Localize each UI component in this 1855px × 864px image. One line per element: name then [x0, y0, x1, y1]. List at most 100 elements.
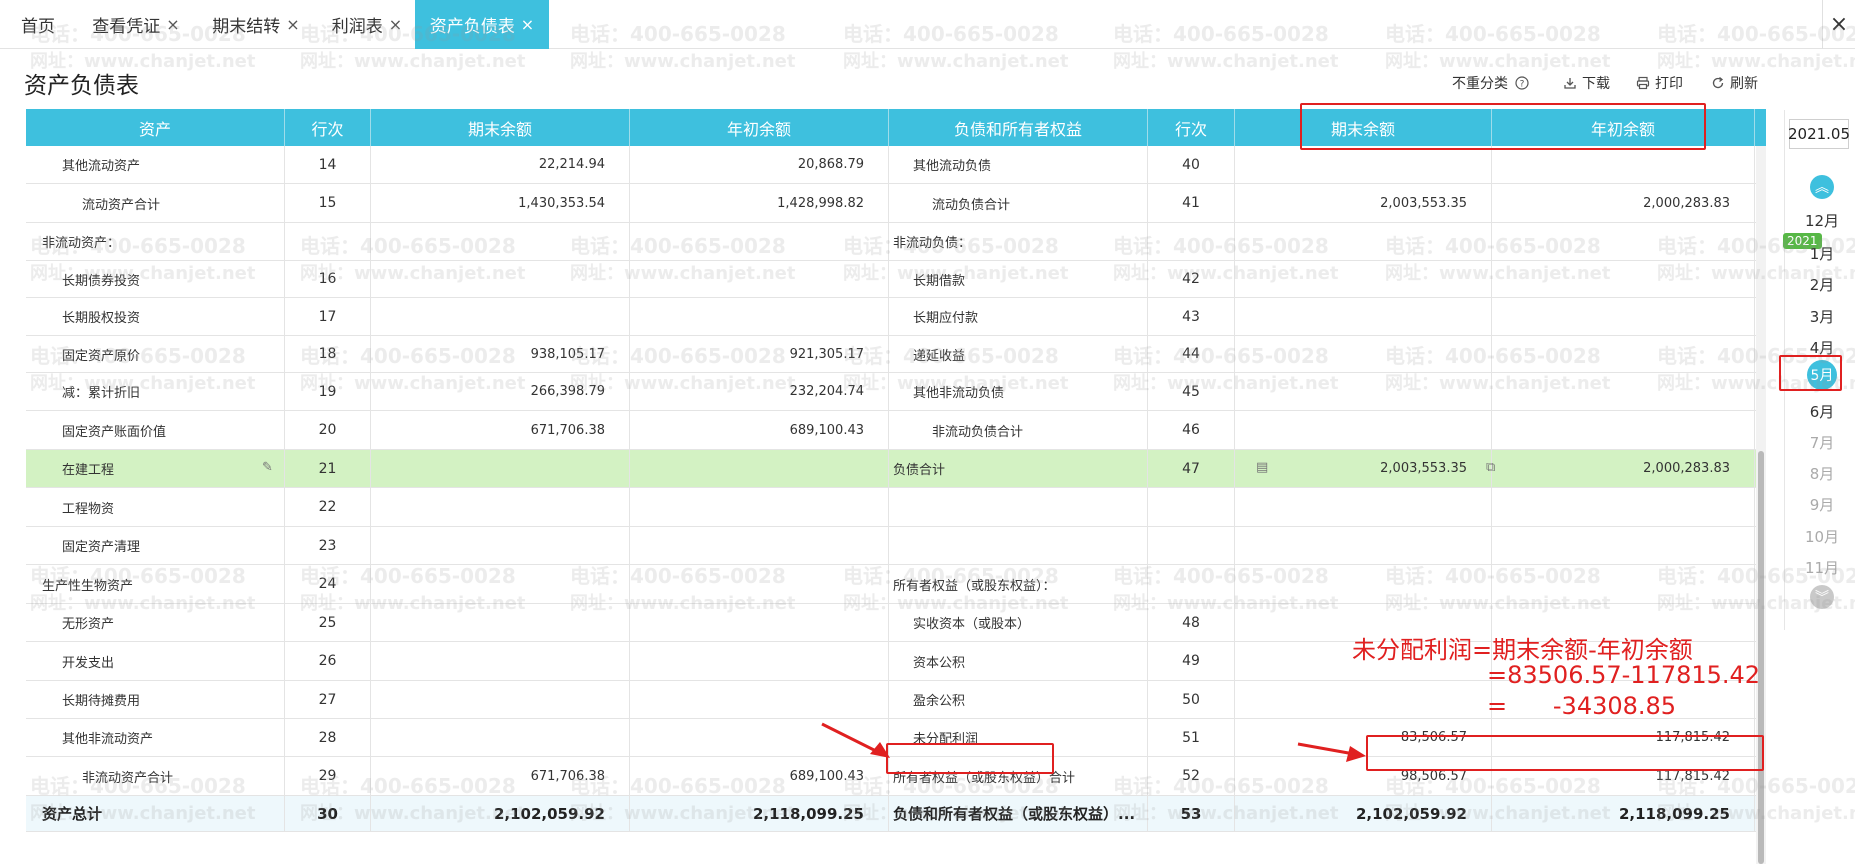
asset-begin-balance-cell	[630, 450, 889, 487]
month-item[interactable]: 12月	[1792, 210, 1852, 231]
refresh-button[interactable]: 刷新	[1711, 72, 1758, 94]
table-row[interactable]: 其他流动资产 14 22,214.94 20,868.79 其他流动负债 40	[26, 146, 1766, 184]
window-close-icon[interactable]: ×	[1822, 0, 1855, 49]
watermark-site: 网址：www.chanjet.net	[570, 51, 796, 72]
month-item[interactable]: 8月	[1792, 463, 1852, 484]
close-icon[interactable]: ×	[286, 15, 299, 34]
column-header: 期末余额	[1235, 109, 1492, 146]
month-label: 3月	[1809, 308, 1835, 326]
table-row[interactable]: 固定资产原价 18 938,105.17 921,305.17 递延收益 44	[26, 336, 1766, 373]
column-header: 期末余额	[371, 109, 630, 146]
year-period-box[interactable]: 2021.05	[1788, 119, 1850, 149]
tab-home[interactable]: 首页	[0, 0, 76, 49]
month-item[interactable]: 5月	[1792, 360, 1852, 390]
asset-line-cell: 21	[285, 450, 371, 487]
month-item[interactable]: 3月	[1792, 306, 1852, 327]
table-row[interactable]: 长期股权投资 17 长期应付款 43	[26, 298, 1766, 336]
table-row[interactable]: 固定资产清理 23	[26, 527, 1766, 565]
asset-begin-balance-cell: 20,868.79	[630, 146, 889, 183]
column-header: 行次	[1148, 109, 1235, 146]
month-item[interactable]: 9月	[1792, 494, 1852, 515]
vertical-scrollbar[interactable]	[1756, 146, 1766, 864]
asset-begin-balance-cell	[630, 565, 889, 603]
asset-line-cell: 16	[285, 261, 371, 297]
no-reclass-toggle[interactable]: 不重分类 ?	[1452, 72, 1534, 94]
table-row[interactable]: 长期债券投资 16 长期借款 42	[26, 261, 1766, 298]
tab-balance-sheet[interactable]: 资产负债表 ×	[415, 0, 549, 49]
table-row[interactable]: 在建工程 21 负债合计 47 2,003,553.35 2,000,283.83 ✎ ▤ ⧉	[26, 450, 1766, 488]
asset-end-balance-cell: 22,214.94	[371, 146, 630, 183]
refresh-label: 刷新	[1730, 76, 1758, 92]
liability-line-cell: 51	[1148, 719, 1235, 756]
month-label: 4月	[1809, 339, 1835, 357]
month-item[interactable]: 4月	[1792, 337, 1852, 358]
asset-end-balance-cell: 671,706.38	[371, 757, 630, 795]
asset-end-balance-cell	[371, 565, 630, 603]
scroll-up-icon[interactable]: ︽	[1810, 175, 1834, 199]
liability-begin-balance-cell	[1492, 146, 1755, 183]
month-item[interactable]: 6月	[1792, 401, 1852, 422]
asset-begin-balance-cell	[630, 604, 889, 641]
liability-begin-balance-cell: 117,815.42	[1492, 719, 1755, 756]
download-button[interactable]: 下载	[1563, 72, 1610, 94]
liability-begin-balance-cell	[1492, 223, 1755, 260]
liability-end-balance-cell: 2,003,553.35	[1235, 184, 1492, 222]
month-item[interactable]: 10月	[1792, 526, 1852, 547]
table-row[interactable]: 非流动资产： 非流动负债：	[26, 223, 1766, 261]
liability-line-cell	[1148, 223, 1235, 260]
liability-line-cell: 47	[1148, 450, 1235, 487]
asset-begin-balance-cell: 689,100.43	[630, 411, 889, 449]
tab-view-voucher[interactable]: 查看凭证 ×	[82, 0, 190, 49]
table-row[interactable]: 其他非流动资产 28 未分配利润 51 83,506.57 117,815.42	[26, 719, 1766, 757]
asset-name-cell: 减：累计折旧	[26, 373, 285, 410]
month-item[interactable]: 7月	[1792, 432, 1852, 453]
tab-label: 利润表	[331, 17, 383, 37]
liability-begin-balance-cell: 2,118,099.25	[1492, 796, 1755, 831]
print-button[interactable]: 打印	[1636, 72, 1683, 94]
month-label: 6月	[1809, 403, 1835, 421]
month-item[interactable]: 1月	[1792, 243, 1852, 264]
download-label: 下载	[1582, 76, 1610, 92]
month-item[interactable]: 11月	[1792, 557, 1852, 578]
scroll-down-icon[interactable]: ︾	[1810, 585, 1834, 609]
close-icon[interactable]: ×	[521, 15, 534, 34]
copy-icon[interactable]: ⧉	[1486, 460, 1495, 475]
asset-line-cell: 15	[285, 184, 371, 222]
watermark-site: 网址：www.chanjet.net	[1385, 51, 1611, 72]
asset-line-cell: 28	[285, 719, 371, 756]
asset-line-cell: 17	[285, 298, 371, 335]
asset-name-cell: 长期股权投资	[26, 298, 285, 335]
table-row[interactable]: 工程物资 22	[26, 488, 1766, 527]
table-row[interactable]: 固定资产账面价值 20 671,706.38 689,100.43 非流动负债合计 46	[26, 411, 1766, 450]
asset-end-balance-cell: 938,105.17	[371, 336, 630, 372]
asset-end-balance-cell	[371, 488, 630, 526]
tab-income-statement[interactable]: 利润表 ×	[322, 0, 412, 49]
tab-bar: 首页 查看凭证 × 期末结转 × 利润表 × 资产负债表 × ×	[0, 0, 1855, 49]
document-icon[interactable]: ▤	[1256, 460, 1268, 475]
table-row[interactable]: 非流动资产合计 29 671,706.38 689,100.43 所有者权益（或股东权益…	[26, 757, 1766, 796]
table-row[interactable]: 资产总计 30 2,102,059.92 2,118,099.25 负债和所有者权益（或…	[26, 796, 1766, 832]
close-icon[interactable]: ×	[389, 15, 402, 34]
liability-name-cell	[889, 488, 1148, 526]
balance-sheet-table: 其他流动资产 14 22,214.94 20,868.79 其他流动负债 40 流动资产合计…	[26, 146, 1766, 864]
table-row[interactable]: 生产性生物资产 24 所有者权益（或股东权益）：	[26, 565, 1766, 604]
month-item[interactable]: 2月	[1792, 274, 1852, 295]
asset-end-balance-cell	[371, 681, 630, 718]
close-icon[interactable]: ×	[166, 15, 179, 34]
liability-line-cell: 49	[1148, 642, 1235, 680]
help-icon[interactable]: ?	[1515, 76, 1529, 90]
tab-period-end[interactable]: 期末结转 ×	[202, 0, 310, 49]
scrollbar-thumb[interactable]	[1758, 451, 1764, 864]
table-row[interactable]: 减：累计折旧 19 266,398.79 232,204.74 其他非流动负债 45	[26, 373, 1766, 411]
liability-line-cell: 46	[1148, 411, 1235, 449]
liability-begin-balance-cell: 2,000,283.83	[1492, 184, 1755, 222]
table-row[interactable]: 流动资产合计 15 1,430,353.54 1,428,998.82 流动负债合计 41…	[26, 184, 1766, 223]
liability-line-cell: 42	[1148, 261, 1235, 297]
asset-end-balance-cell	[371, 223, 630, 260]
edit-icon[interactable]: ✎	[262, 460, 273, 475]
liability-line-cell: 48	[1148, 604, 1235, 641]
liability-line-cell: 50	[1148, 681, 1235, 718]
liability-line-cell: 43	[1148, 298, 1235, 335]
liability-end-balance-cell: 98,506.57	[1235, 757, 1492, 795]
tab-label: 查看凭证	[92, 17, 161, 37]
